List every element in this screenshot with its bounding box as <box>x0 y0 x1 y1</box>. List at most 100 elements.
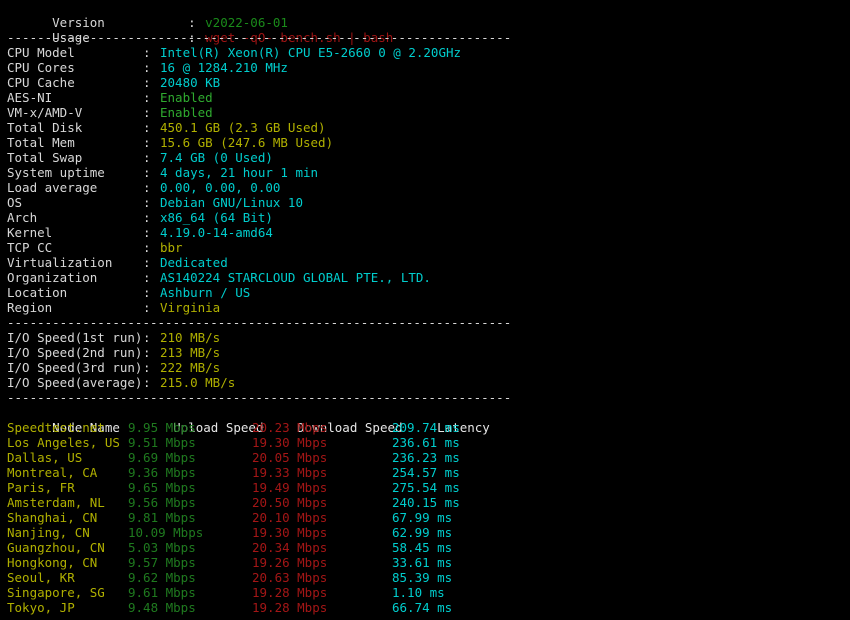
row-colon: : <box>143 45 151 60</box>
info-row: AES-NI: Enabled <box>7 90 850 105</box>
cell-node-name: Los Angeles, US <box>7 435 120 450</box>
info-row: Load average:0.00, 0.00, 0.00 <box>7 180 850 195</box>
table-row: Nanjing, CN 10.09 Mbps 19.30 Mbps 62.99 ms <box>7 525 850 540</box>
cell-upload-speed: 9.57 Mbps <box>128 555 196 570</box>
cell-node-name: Montreal, CA <box>7 465 98 480</box>
cell-upload-speed: 9.61 Mbps <box>128 585 196 600</box>
table-row: Speedtest.net 9.95 Mbps 20.23 Mbps 209.74 m… <box>7 420 850 435</box>
cell-download-speed: 19.30 Mbps <box>252 525 328 540</box>
row-label: TCP CC <box>7 240 53 255</box>
info-row: Total Disk:450.1 GB (2.3 GB Used) <box>7 120 850 135</box>
row-label: CPU Cache <box>7 75 75 90</box>
info-row: Kernel:4.19.0-14-amd64 <box>7 225 850 240</box>
io-speed-section: I/O Speed(1st run): 210 MB/s I/O Speed(2n… <box>7 330 850 390</box>
table-row: Guangzhou, CN 5.03 Mbps 20.34 Mbps 58.45 ms <box>7 540 850 555</box>
separator-line: ----------------------------------------… <box>7 30 512 45</box>
cell-node-name: Tokyo, JP <box>7 600 75 615</box>
row-colon: : <box>143 210 151 225</box>
cell-upload-speed: 9.48 Mbps <box>128 600 196 615</box>
table-row: Montreal, CA 9.36 Mbps 19.33 Mbps 254.57 ms <box>7 465 850 480</box>
cell-latency: 1.10 ms <box>392 585 445 600</box>
row-value: 20480 KB <box>160 75 221 90</box>
table-row: Tokyo, JP 9.48 Mbps 19.28 Mbps 66.74 ms <box>7 600 850 615</box>
row-value: x86_64 (64 Bit) <box>160 210 273 225</box>
row-label: I/O Speed(2nd run) <box>7 345 143 360</box>
cell-node-name: Seoul, KR <box>7 570 75 585</box>
cell-download-speed: 20.34 Mbps <box>252 540 328 555</box>
row-label: Virtualization <box>7 255 113 270</box>
cell-upload-speed: 10.09 Mbps <box>128 525 204 540</box>
row-value: 215.0 MB/s <box>160 375 236 390</box>
row-label: Total Disk <box>7 120 83 135</box>
row-colon: : <box>143 300 151 315</box>
table-row: Los Angeles, US 9.51 Mbps 19.30 Mbps 236.61… <box>7 435 850 450</box>
table-header-row: Node Name Upload Speed Download Speed Laten… <box>7 405 850 435</box>
cell-download-speed: 19.49 Mbps <box>252 480 328 495</box>
cell-upload-speed: 9.62 Mbps <box>128 570 196 585</box>
row-value: Intel(R) Xeon(R) CPU E5-2660 0 @ 2.20GHz <box>160 45 462 60</box>
info-row: Location: Ashburn / US <box>7 285 850 300</box>
row-value: 450.1 GB (2.3 GB Used) <box>160 120 326 135</box>
cell-node-name: Paris, FR <box>7 480 75 495</box>
table-row: Paris, FR 9.65 Mbps 19.49 Mbps 275.54 ms <box>7 480 850 495</box>
row-colon: : <box>143 120 151 135</box>
info-row: Organization: AS140224 STARCLOUD GLOBAL P… <box>7 270 850 285</box>
row-value: 213 MB/s <box>160 345 221 360</box>
separator-line: ----------------------------------------… <box>7 315 512 330</box>
row-label: OS <box>7 195 23 210</box>
table-row: Singapore, SG 9.61 Mbps 19.28 Mbps 1.10 ms <box>7 585 850 600</box>
table-row: Shanghai, CN 9.81 Mbps 20.10 Mbps 67.99 ms <box>7 510 850 525</box>
row-colon: : <box>143 150 151 165</box>
row-label: Version <box>52 15 105 30</box>
info-row: CPU Cores:16 @ 1284.210 MHz <box>7 60 850 75</box>
info-row: Virtualization: Dedicated <box>7 255 850 270</box>
row-label: CPU Cores <box>7 60 75 75</box>
row-label: I/O Speed(1st run) <box>7 330 143 345</box>
cell-latency: 33.61 ms <box>392 555 453 570</box>
row-colon: : <box>188 15 196 30</box>
system-info-section: CPU Model: Intel(R) Xeon(R) CPU E5-2660 0… <box>7 45 850 315</box>
cell-download-speed: 20.10 Mbps <box>252 510 328 525</box>
info-row: CPU Cache:20480 KB <box>7 75 850 90</box>
cell-latency: 236.61 ms <box>392 435 460 450</box>
cell-download-speed: 19.30 Mbps <box>252 435 328 450</box>
cell-upload-speed: 9.51 Mbps <box>128 435 196 450</box>
cell-download-speed: 19.26 Mbps <box>252 555 328 570</box>
cell-latency: 240.15 ms <box>392 495 460 510</box>
cell-node-name: Speedtest.net <box>7 420 105 435</box>
cell-latency: 209.74 ms <box>392 420 460 435</box>
row-value: 7.4 GB (0 Used) <box>160 150 273 165</box>
cell-latency: 85.39 ms <box>392 570 453 585</box>
info-row: I/O Speed(3rd run): 222 MB/s <box>7 360 850 375</box>
row-label: Arch <box>7 210 38 225</box>
info-row: CPU Model: Intel(R) Xeon(R) CPU E5-2660 0… <box>7 45 850 60</box>
cell-upload-speed: 9.81 Mbps <box>128 510 196 525</box>
row-colon: : <box>143 135 151 150</box>
info-row: Version: v2022-06-01 <box>7 0 850 30</box>
row-value: Enabled <box>160 90 213 105</box>
cell-latency: 62.99 ms <box>392 525 453 540</box>
row-colon: : <box>143 165 151 180</box>
row-label: VM-x/AMD-V <box>7 105 83 120</box>
cell-node-name: Shanghai, CN <box>7 510 98 525</box>
row-colon: : <box>143 75 151 90</box>
cell-download-speed: 20.23 Mbps <box>252 420 328 435</box>
cell-node-name: Dallas, US <box>7 450 83 465</box>
terminal-window[interactable]: Version: v2022-06-01 Usage: wget -qO- benc… <box>0 0 850 620</box>
info-row: TCP CC: bbr <box>7 240 850 255</box>
row-label: Region <box>7 300 53 315</box>
info-row: Total Swap:7.4 GB (0 Used) <box>7 150 850 165</box>
row-value: 210 MB/s <box>160 330 221 345</box>
row-colon: : <box>143 195 151 210</box>
row-colon: : <box>143 240 151 255</box>
cell-node-name: Singapore, SG <box>7 585 105 600</box>
row-value: 222 MB/s <box>160 360 221 375</box>
row-colon: : <box>143 255 151 270</box>
row-label: Total Mem <box>7 135 75 150</box>
info-row: I/O Speed(1st run): 210 MB/s <box>7 330 850 345</box>
row-label: Organization <box>7 270 98 285</box>
cell-latency: 236.23 ms <box>392 450 460 465</box>
row-value: Ashburn / US <box>160 285 251 300</box>
row-label: AES-NI <box>7 90 53 105</box>
row-label: CPU Model <box>7 45 75 60</box>
